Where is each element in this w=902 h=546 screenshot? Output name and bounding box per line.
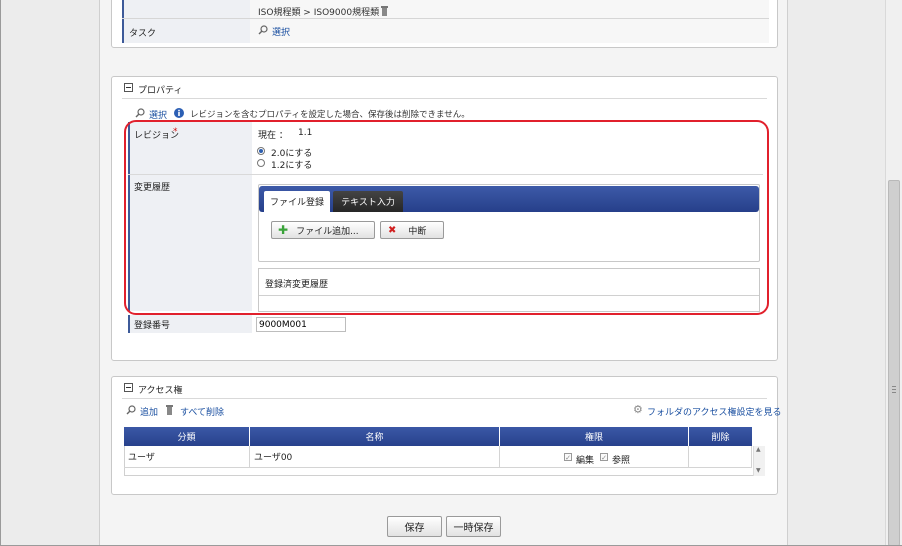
search-icon[interactable] [258,25,268,35]
property-info-text: レビジョンを含むプロパティを設定した場合、保存後は削除できません。 [190,110,470,120]
table-row-delete[interactable] [689,446,752,468]
save-button[interactable]: 保存 [387,516,442,537]
gear-icon: ⚙ [633,403,643,416]
search-icon[interactable] [126,405,136,415]
search-icon[interactable] [135,108,145,118]
info-icon [174,108,184,118]
permission-view-checkbox[interactable] [600,453,608,461]
highlight-outline [124,120,769,315]
folder-label-cell [122,0,250,18]
trash-icon[interactable] [165,405,174,415]
column-header-delete[interactable]: 削除 [689,427,752,446]
window-border-left [0,0,1,546]
delete-all-link[interactable]: すべて削除 [180,405,224,418]
breadcrumb: ISO規程類 > ISO9000規程類 [258,8,380,18]
scroll-grip-icon [892,386,896,387]
access-panel-title: アクセス権 [138,386,183,396]
task-select-link[interactable]: 選択 [272,25,290,38]
scroll-grip-icon [892,392,896,393]
scroll-up-icon[interactable]: ▲ [756,446,761,453]
collapse-icon[interactable] [124,383,133,392]
table-row-category: ユーザ [124,446,250,468]
registration-number-input[interactable] [256,317,346,332]
column-header-category[interactable]: 分類 [124,427,250,446]
scroll-grip-icon [892,389,896,390]
registration-number-label: 登録番号 [134,321,171,331]
scroll-down-icon[interactable]: ▼ [756,467,761,474]
column-header-name[interactable]: 名称 [250,427,500,446]
trash-icon[interactable] [380,6,389,16]
permission-edit-label: 編集 [576,456,595,466]
task-label: タスク [129,29,157,39]
permission-edit-checkbox[interactable] [564,453,572,461]
window-scroll-thumb[interactable] [888,180,900,546]
column-header-permission[interactable]: 権限 [500,427,689,446]
task-value-cell [250,19,769,43]
table-row-permission [500,446,689,468]
permission-view-label: 参照 [612,456,631,466]
temp-save-button[interactable]: 一時保存 [446,516,501,537]
access-add-link[interactable]: 追加 [140,405,158,418]
folder-access-settings-link[interactable]: フォルダのアクセス権設定を見る [647,405,782,418]
property-panel-title: プロパティ [138,86,183,96]
collapse-icon[interactable] [124,83,133,92]
table-row-name: ユーザ00 [250,446,500,468]
